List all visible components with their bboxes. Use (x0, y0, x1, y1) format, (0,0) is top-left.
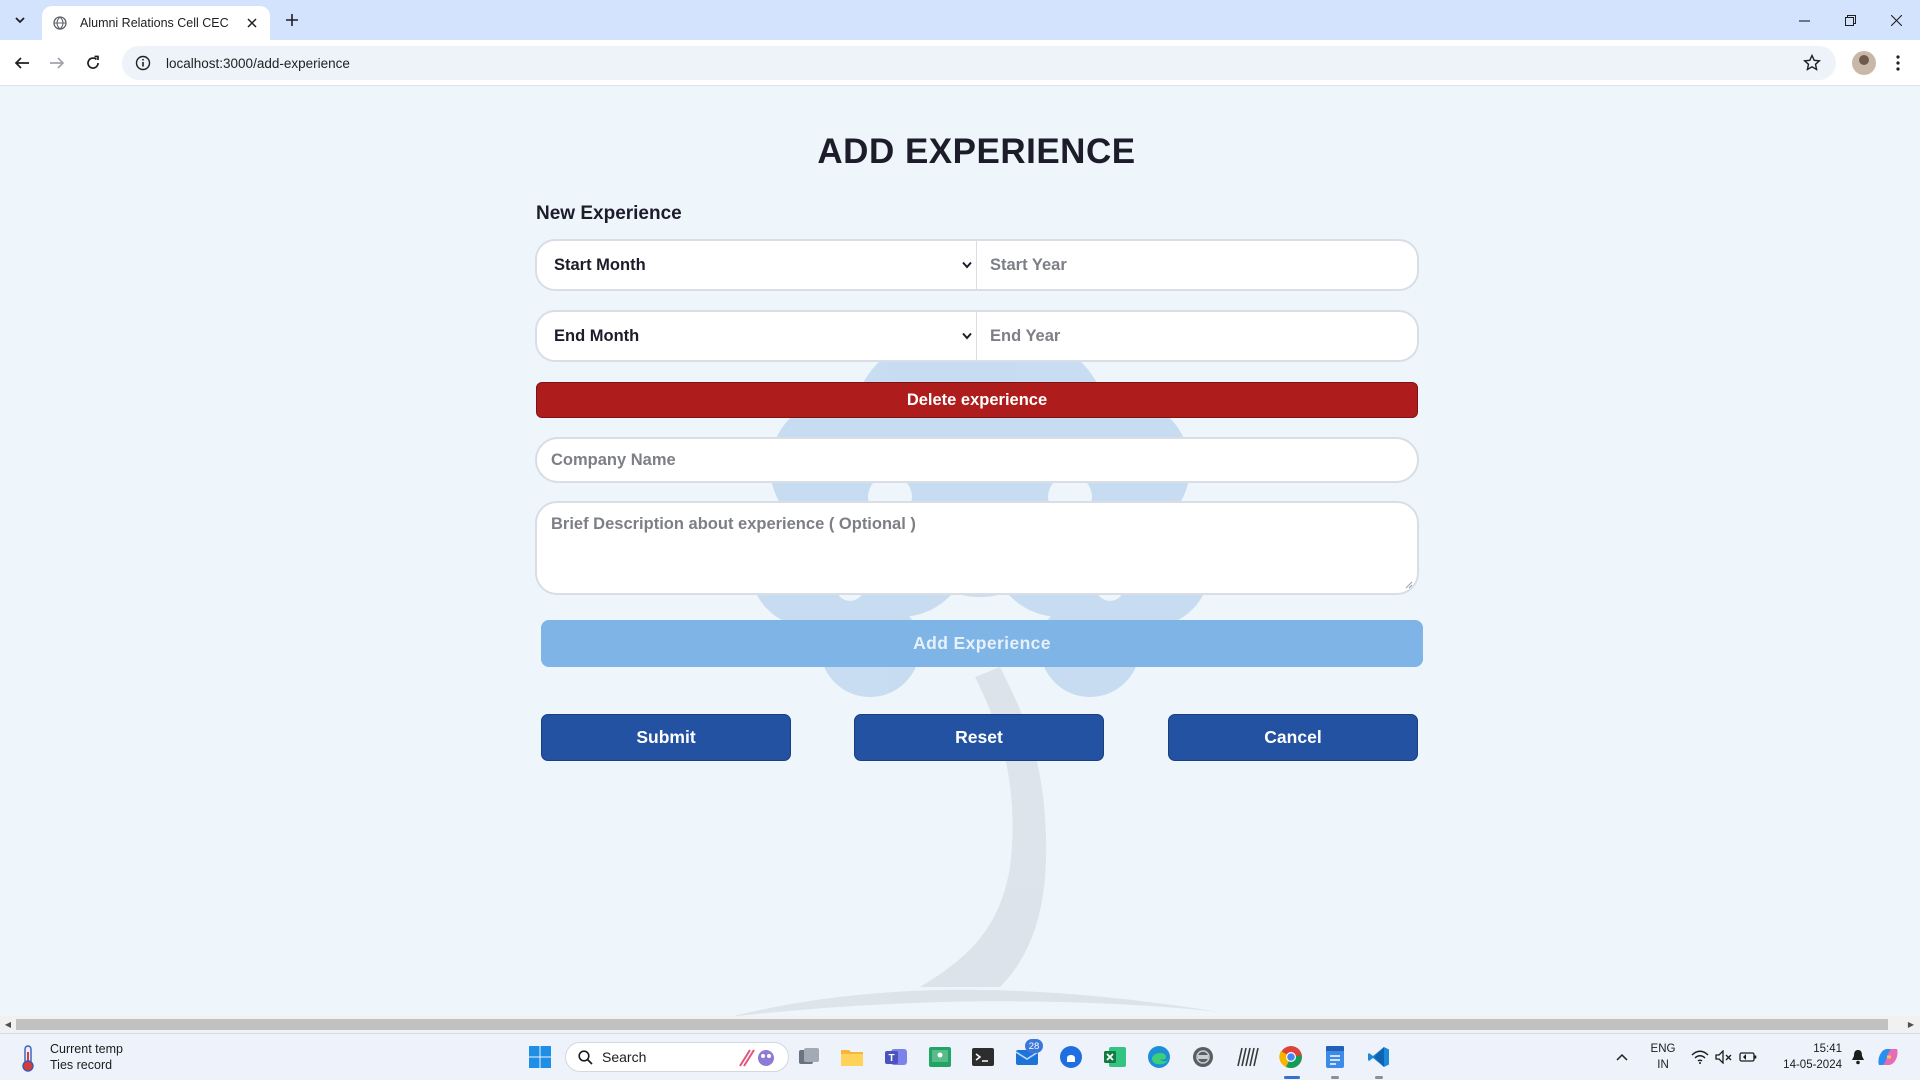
description-placeholder: Brief Description about experience ( Opt… (551, 515, 916, 533)
classroom-icon[interactable] (926, 1043, 954, 1071)
thermometer-icon[interactable] (18, 1044, 38, 1072)
scroll-right-icon[interactable]: ▶ (1906, 1019, 1916, 1030)
chevron-down-icon (960, 258, 974, 272)
new-tab-icon[interactable] (280, 8, 304, 32)
end-month-value: End Month (554, 326, 640, 345)
notepad-running-indicator (1331, 1076, 1339, 1079)
chrome-active-indicator (1284, 1076, 1300, 1079)
back-arrow-icon[interactable] (10, 51, 34, 75)
page-content: ADD EXPERIENCE New Experience Start Mont… (0, 87, 1920, 1016)
close-window-icon[interactable] (1873, 0, 1919, 40)
barcode-app-icon[interactable] (1233, 1043, 1261, 1071)
bookmark-star-icon[interactable] (1800, 51, 1824, 75)
start-year-placeholder: Start Year (990, 255, 1067, 274)
search-label: Search (602, 1049, 647, 1065)
chrome-icon[interactable] (1277, 1043, 1305, 1071)
speaker-muted-icon[interactable] (1712, 1043, 1736, 1071)
resize-handle-icon[interactable] (1403, 579, 1413, 589)
start-month-select[interactable]: Start Month (537, 241, 977, 289)
start-year-input[interactable]: Start Year (977, 241, 1417, 289)
more-menu-icon[interactable] (1886, 51, 1910, 75)
cancel-button[interactable]: Cancel (1168, 714, 1418, 761)
search-icon (578, 1049, 593, 1065)
globe-icon (52, 15, 68, 31)
horizontal-scrollbar[interactable]: ◀ ▶ (0, 1016, 1920, 1033)
end-year-input[interactable]: End Year (977, 312, 1417, 360)
terminal-icon[interactable] (969, 1043, 997, 1071)
page-title: ADD EXPERIENCE (817, 132, 1136, 171)
url-text: localhost:3000/add-experience (166, 55, 350, 71)
copilot-icon[interactable] (1874, 1043, 1902, 1071)
start-date-group: Start Month Start Year (535, 239, 1419, 291)
browser-toolbar: localhost:3000/add-experience (0, 40, 1920, 86)
delete-experience-button[interactable]: Delete experience (536, 382, 1418, 418)
company-name-input[interactable]: Company Name (535, 437, 1419, 483)
weather-title: Current temp (50, 1042, 123, 1056)
reset-button[interactable]: Reset (854, 714, 1104, 761)
restore-icon[interactable] (1827, 0, 1873, 40)
reload-icon[interactable] (81, 51, 105, 75)
scroll-left-icon[interactable]: ◀ (3, 1019, 13, 1030)
browser-tab-bar: Alumni Relations Cell CEC (0, 0, 1920, 40)
end-date-group: End Month End Year (535, 310, 1419, 362)
chevron-down-icon (960, 329, 974, 343)
tab-search-icon[interactable] (8, 8, 32, 32)
section-title: New Experience (536, 203, 682, 224)
vscode-icon[interactable] (1365, 1043, 1393, 1071)
security-app-icon[interactable] (1057, 1043, 1085, 1071)
close-tab-icon[interactable] (244, 15, 260, 31)
clock-time[interactable]: 15:41 (1772, 1043, 1842, 1055)
chevron-up-icon[interactable] (1612, 1043, 1632, 1071)
language-secondary[interactable]: IN (1648, 1059, 1678, 1071)
windows-start-icon[interactable] (526, 1043, 554, 1071)
clock-date[interactable]: 14-05-2024 (1772, 1059, 1842, 1071)
tab-title: Alumni Relations Cell CEC (80, 16, 229, 30)
taskbar-search[interactable]: Search (565, 1042, 789, 1072)
end-year-placeholder: End Year (990, 326, 1061, 345)
company-name-placeholder: Company Name (551, 450, 676, 469)
forward-arrow-icon[interactable] (45, 51, 69, 75)
browser-tab[interactable]: Alumni Relations Cell CEC (42, 6, 270, 40)
media-app-icon[interactable] (1189, 1043, 1217, 1071)
notification-bell-icon[interactable] (1848, 1043, 1868, 1071)
minimize-icon[interactable] (1781, 0, 1827, 40)
notepad-icon[interactable] (1321, 1043, 1349, 1071)
submit-button[interactable]: Submit (541, 714, 791, 761)
start-month-value: Start Month (554, 255, 646, 274)
task-view-icon[interactable] (795, 1043, 823, 1071)
excel-icon[interactable] (1101, 1043, 1129, 1071)
scrollbar-thumb[interactable] (16, 1019, 1888, 1030)
battery-icon[interactable] (1736, 1043, 1760, 1071)
teams-icon[interactable]: T (882, 1043, 910, 1071)
add-experience-button[interactable]: Add Experience (541, 620, 1423, 667)
address-bar[interactable]: localhost:3000/add-experience (122, 46, 1836, 80)
description-textarea[interactable]: Brief Description about experience ( Opt… (535, 501, 1419, 595)
windows-taskbar: Current temp Ties record Search T 28 ENG… (0, 1033, 1920, 1080)
wifi-icon[interactable] (1688, 1043, 1712, 1071)
edge-icon[interactable] (1145, 1043, 1173, 1071)
search-highlight-icon (739, 1049, 774, 1067)
weather-subtitle: Ties record (50, 1058, 113, 1072)
profile-avatar[interactable] (1852, 51, 1876, 75)
end-month-select[interactable]: End Month (537, 312, 977, 360)
vscode-running-indicator (1375, 1076, 1383, 1079)
svg-text:T: T (888, 1053, 894, 1064)
mail-badge: 28 (1025, 1039, 1043, 1053)
file-explorer-icon[interactable] (838, 1043, 866, 1071)
site-info-icon[interactable] (134, 54, 152, 72)
language-primary[interactable]: ENG (1648, 1043, 1678, 1055)
